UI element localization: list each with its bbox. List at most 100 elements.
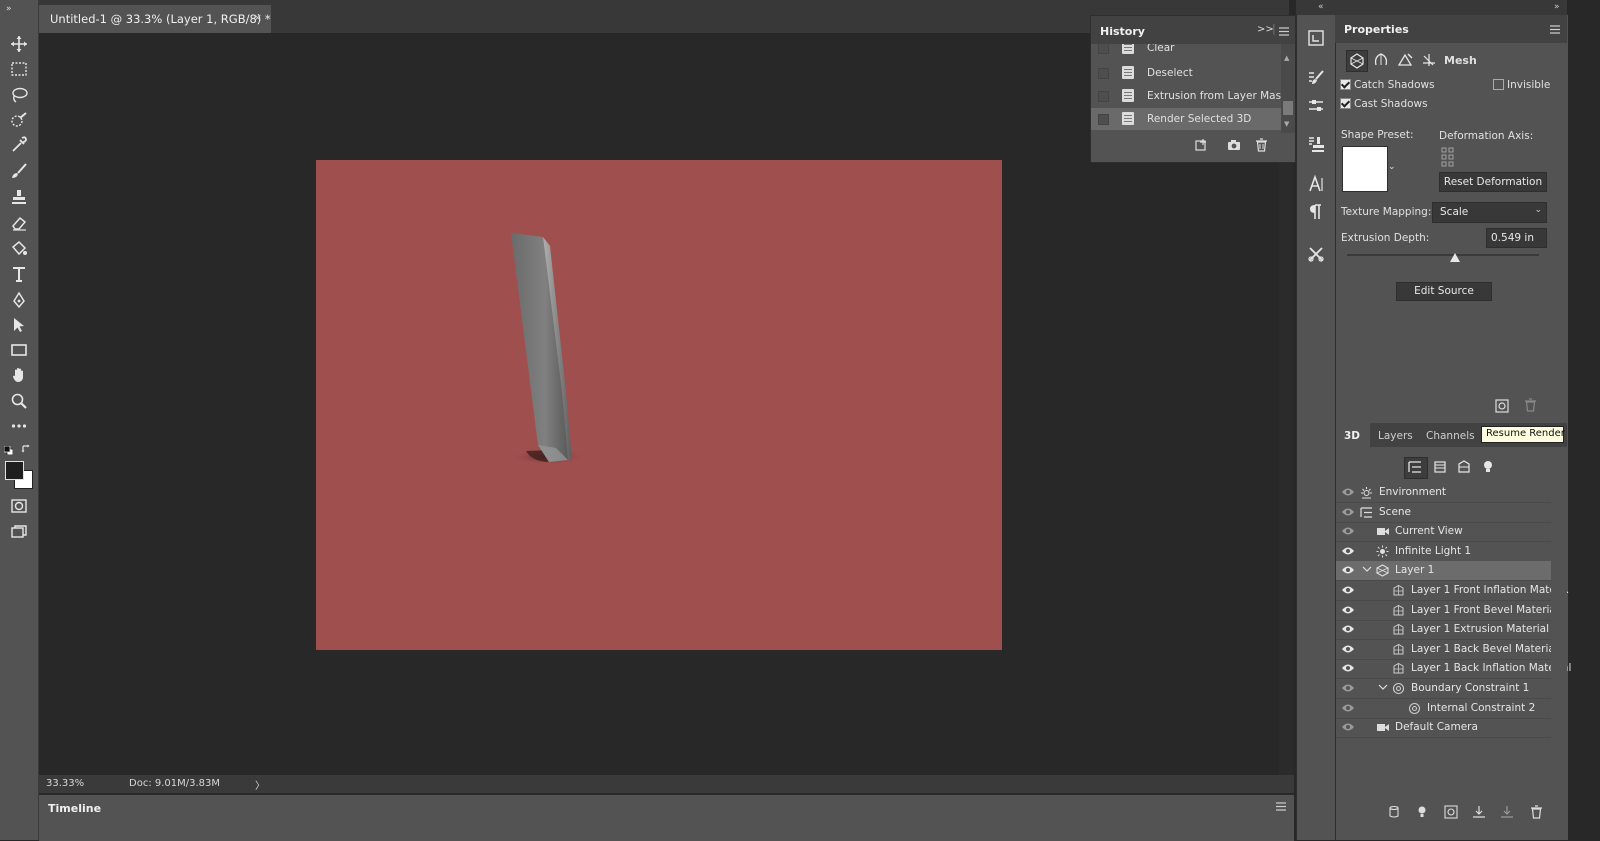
quick-mask-icon[interactable] (6, 495, 32, 517)
mesh-mode-button[interactable] (1346, 50, 1368, 72)
tab-3d-label[interactable]: 3D (1344, 430, 1360, 442)
tab-channels[interactable]: Channels (1426, 430, 1475, 442)
eraser-tool-icon[interactable] (6, 212, 32, 234)
status-arrow-icon[interactable]: 〉 (255, 777, 265, 792)
invisible-label[interactable]: Invisible (1507, 79, 1550, 91)
cast-shadows-label[interactable]: Cast Shadows (1354, 98, 1428, 110)
visibility-eye-icon[interactable] (1341, 487, 1355, 497)
visibility-eye-icon[interactable] (1341, 703, 1355, 713)
scene-scrollbar[interactable] (1551, 480, 1567, 800)
new-document-from-state-icon[interactable] (1195, 138, 1209, 155)
tools-panel-icon[interactable] (1305, 243, 1327, 265)
deform-mode-button[interactable] (1372, 51, 1390, 69)
scene-tree-row[interactable]: Layer 1 Back Inflation Material (1336, 659, 1571, 678)
visibility-eye-icon[interactable] (1341, 663, 1355, 673)
visibility-eye-icon[interactable] (1341, 624, 1355, 634)
visibility-eye-icon[interactable] (1341, 605, 1355, 615)
collapse-right-icon[interactable]: » (1554, 2, 1560, 12)
invisible-checkbox[interactable] (1493, 79, 1504, 90)
pen-tool-icon[interactable] (6, 289, 32, 311)
scene-tree-row[interactable]: Default Camera (1336, 718, 1551, 737)
expand-toolbar-icon[interactable]: » (6, 4, 12, 14)
catch-shadows-label[interactable]: Catch Shadows (1354, 79, 1435, 91)
close-icon[interactable]: × (253, 11, 262, 24)
scene-tree-row[interactable]: Infinite Light 1 (1336, 542, 1551, 561)
tab-layers[interactable]: Layers (1378, 430, 1413, 442)
extrusion-depth-slider-thumb[interactable] (1450, 253, 1460, 262)
history-scrollbar[interactable]: ▲ ▼ (1281, 44, 1295, 133)
eyedropper-tool-icon[interactable] (6, 134, 32, 156)
extrusion-depth-input[interactable]: 0.549 in (1486, 228, 1547, 248)
edit-source-button[interactable]: Edit Source (1396, 282, 1492, 301)
filter-whole-scene-button[interactable] (1404, 457, 1428, 479)
bucket-tool-icon[interactable] (6, 237, 32, 259)
visibility-eye-icon[interactable] (1341, 644, 1355, 654)
filter-meshes-button[interactable] (1432, 459, 1448, 475)
adjustments-icon[interactable] (1305, 95, 1327, 117)
shape-preset-dropdown-icon[interactable]: ⌄ (1388, 162, 1396, 172)
clone-source-icon[interactable] (1305, 133, 1327, 155)
scene-tree-row[interactable]: Layer 1 Back Bevel Material (1336, 640, 1558, 659)
scene-tree-row[interactable]: Layer 1 Extrusion Material (1336, 620, 1551, 639)
texture-mapping-select[interactable]: Scale ⌄ (1432, 202, 1547, 223)
visibility-eye-icon[interactable] (1341, 565, 1355, 575)
history-item[interactable]: Clear (1091, 44, 1281, 59)
history-panel-icon[interactable] (1305, 27, 1327, 49)
cap-mode-button[interactable] (1396, 51, 1414, 69)
history-item[interactable]: Deselect (1091, 62, 1281, 84)
coordinates-mode-button[interactable] (1420, 51, 1438, 69)
history-item[interactable]: Extrusion from Layer Mask (1091, 85, 1281, 107)
rectangle-tool-icon[interactable] (6, 339, 32, 361)
add-light-icon[interactable] (1416, 805, 1430, 822)
zoom-tool-icon[interactable] (6, 390, 32, 412)
filter-lights-button[interactable] (1480, 459, 1496, 475)
expand-chevron-icon[interactable] (1362, 564, 1375, 577)
scene-tree-row-selected[interactable]: Layer 1 (1336, 561, 1551, 580)
screen-mode-icon[interactable] (6, 521, 32, 543)
filter-materials-button[interactable] (1456, 459, 1472, 475)
character-panel-icon[interactable] (1305, 173, 1327, 195)
hand-tool-icon[interactable] (6, 364, 32, 386)
visibility-eye-icon[interactable] (1341, 683, 1355, 693)
lasso-tool-icon[interactable] (6, 84, 32, 106)
visibility-eye-icon[interactable] (1341, 585, 1355, 595)
cast-shadows-checkbox[interactable] (1340, 98, 1351, 109)
document-tab[interactable]: Untitled-1 @ 33.3% (Layer 1, RGB/8) * × (39, 5, 271, 33)
quick-selection-tool-icon[interactable] (6, 109, 32, 131)
trash-icon[interactable] (1530, 805, 1543, 822)
collapse-left-icon[interactable]: « (1318, 2, 1324, 12)
more-tools-icon[interactable] (6, 415, 32, 437)
panel-menu-icon[interactable] (1276, 801, 1286, 814)
swap-colors-icon[interactable] (21, 444, 31, 454)
foreground-color-swatch[interactable] (5, 461, 24, 480)
reset-deformation-button[interactable]: Reset Deformation (1439, 172, 1547, 192)
default-colors-icon[interactable] (3, 445, 14, 456)
panel-menu-icon[interactable] (1279, 26, 1289, 39)
brush-tool-icon[interactable] (6, 160, 32, 182)
history-item-selected[interactable]: Render Selected 3D (1091, 108, 1281, 130)
scene-tree-row[interactable]: Internal Constraint 2 (1336, 699, 1551, 718)
scene-tree-row[interactable]: Layer 1 Front Inflation Mater... (1336, 581, 1569, 600)
extrusion-depth-slider-track[interactable] (1347, 254, 1539, 256)
catch-shadows-checkbox[interactable] (1340, 79, 1351, 90)
visibility-eye-icon[interactable] (1341, 507, 1355, 517)
brush-settings-icon[interactable] (1305, 67, 1327, 89)
scene-tree-row[interactable]: Layer 1 Front Bevel Material (1336, 601, 1559, 620)
visibility-eye-icon[interactable] (1341, 546, 1355, 556)
properties-title[interactable]: Properties (1344, 23, 1409, 36)
document-canvas[interactable] (316, 160, 1002, 650)
visibility-eye-icon[interactable] (1341, 526, 1355, 536)
visibility-eye-icon[interactable] (1341, 722, 1355, 732)
drop-to-ground-icon[interactable] (1472, 805, 1486, 822)
scene-tree-row[interactable]: Boundary Constraint 1 (1336, 679, 1551, 698)
expand-chevron-icon[interactable] (1378, 682, 1391, 695)
snapshot-camera-icon[interactable] (1227, 138, 1241, 155)
add-object-icon[interactable] (1388, 805, 1402, 822)
render-icon[interactable] (1494, 398, 1512, 416)
paragraph-panel-icon[interactable] (1305, 201, 1327, 223)
scene-tree-row[interactable]: Current View (1336, 522, 1551, 541)
marquee-tool-icon[interactable] (6, 58, 32, 80)
scene-tree-row[interactable]: Scene (1336, 503, 1551, 522)
history-title[interactable]: History (1100, 25, 1145, 38)
stamp-tool-icon[interactable] (6, 186, 32, 208)
